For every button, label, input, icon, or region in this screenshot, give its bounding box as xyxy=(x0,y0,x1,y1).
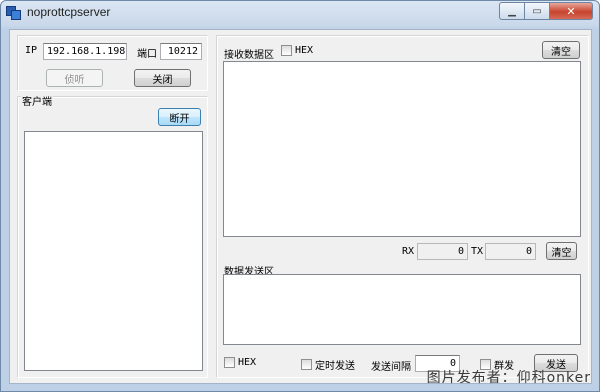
send-textarea[interactable] xyxy=(223,274,581,345)
port-label: 端口 xyxy=(137,49,157,60)
clear-receive-button[interactable]: 清空 xyxy=(542,41,580,59)
app-window: noprottcpserver ▁ ▭ ✕ IP 192.168.1.198 端… xyxy=(0,0,600,392)
receive-textarea[interactable] xyxy=(223,61,581,237)
ip-input[interactable]: 192.168.1.198 xyxy=(43,43,127,60)
client-area: IP 192.168.1.198 端口 10212 侦听 关闭 客户端 断开 接… xyxy=(9,29,592,384)
receive-hex-label: HEX xyxy=(295,45,314,56)
window-title: noprottcpserver xyxy=(27,5,111,19)
close-icon: ✕ xyxy=(566,4,576,18)
clear-counters-button[interactable]: 清空 xyxy=(546,242,577,260)
close-window-button[interactable]: ✕ xyxy=(550,2,593,20)
minimize-button[interactable]: ▁ xyxy=(499,2,525,20)
disconnect-button[interactable]: 断开 xyxy=(158,108,201,126)
rx-value: 0 xyxy=(417,243,468,260)
maximize-button[interactable]: ▭ xyxy=(525,2,550,20)
app-icon xyxy=(6,6,22,20)
timed-send-label: 定时发送 xyxy=(315,361,355,372)
maximize-icon: ▭ xyxy=(532,5,542,17)
tx-value: 0 xyxy=(485,243,536,260)
interval-label: 发送间隔 xyxy=(371,362,411,373)
checkbox-icon xyxy=(281,45,292,56)
checkbox-icon xyxy=(301,359,312,370)
watermark: 图片发布者：仰科onker xyxy=(426,370,591,386)
port-input[interactable]: 10212 xyxy=(160,43,202,60)
ip-label: IP xyxy=(25,45,38,56)
minimize-icon: ▁ xyxy=(508,5,516,17)
tx-label: TX xyxy=(471,246,484,257)
title-bar: noprottcpserver ▁ ▭ ✕ xyxy=(1,1,599,25)
receive-hex-checkbox[interactable]: HEX xyxy=(281,45,313,56)
send-hex-checkbox[interactable]: HEX xyxy=(224,357,256,368)
timed-send-checkbox[interactable]: 定时发送 xyxy=(301,357,355,372)
close-button[interactable]: 关闭 xyxy=(134,69,191,87)
listen-button[interactable]: 侦听 xyxy=(46,69,103,87)
checkbox-icon xyxy=(224,357,235,368)
send-hex-label: HEX xyxy=(238,357,257,368)
rx-label: RX xyxy=(402,246,415,257)
client-list[interactable] xyxy=(24,131,203,371)
receive-label: 接收数据区 xyxy=(224,50,274,61)
clients-label: 客户端 xyxy=(21,93,53,108)
